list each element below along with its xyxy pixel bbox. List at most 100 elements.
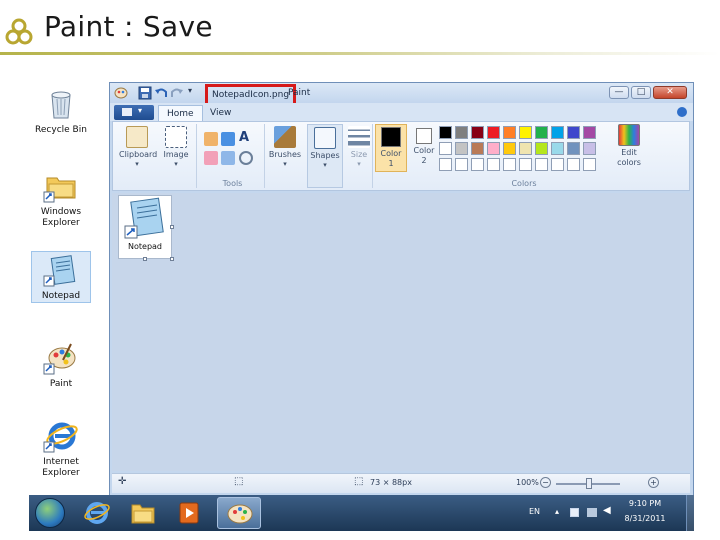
palette-swatch[interactable] xyxy=(551,158,564,171)
desktop-icon-windows-explorer[interactable]: Windows Explorer xyxy=(29,168,93,229)
size-label: Size xyxy=(350,150,368,159)
palette-swatch[interactable] xyxy=(455,158,468,171)
image-dimensions: 73 × 88px xyxy=(370,478,412,487)
save-icon[interactable] xyxy=(138,86,152,100)
color2-number: 2 xyxy=(421,156,427,165)
size-button[interactable]: Size ▾ xyxy=(347,126,371,168)
minimize-button[interactable]: — xyxy=(609,86,629,99)
pencil-icon[interactable] xyxy=(204,132,218,146)
palette-swatch[interactable] xyxy=(519,158,532,171)
redo-icon[interactable] xyxy=(170,86,184,100)
color1-button[interactable]: Color 1 xyxy=(375,124,407,172)
palette-swatch[interactable] xyxy=(551,142,564,155)
desktop-icon-paint[interactable]: Paint xyxy=(29,340,93,390)
palette-swatch[interactable] xyxy=(439,142,452,155)
palette-swatch[interactable] xyxy=(455,126,468,139)
palette-swatch[interactable] xyxy=(567,158,580,171)
palette-swatch[interactable] xyxy=(487,142,500,155)
undo-icon[interactable] xyxy=(154,86,168,100)
palette-swatch[interactable] xyxy=(439,126,452,139)
selection-size-icon: ⬚ xyxy=(234,476,244,487)
palette-swatch[interactable] xyxy=(471,158,484,171)
palette-swatch[interactable] xyxy=(551,126,564,139)
start-button[interactable] xyxy=(35,498,65,528)
palette-swatch[interactable] xyxy=(503,142,516,155)
brushes-button[interactable]: Brushes ▾ xyxy=(267,126,303,168)
tab-view[interactable]: View xyxy=(202,105,239,121)
palette-swatch[interactable] xyxy=(503,126,516,139)
desktop-icon-label: Paint xyxy=(49,379,73,389)
palette-swatch[interactable] xyxy=(583,158,596,171)
ie-icon xyxy=(84,502,110,524)
clock-date[interactable]: 8/31/2011 xyxy=(621,514,669,523)
edit-colors-button[interactable]: Edit colors xyxy=(609,124,649,168)
clipboard-button[interactable]: Clipboard ▾ xyxy=(119,126,157,168)
color-picker-icon[interactable] xyxy=(221,151,235,165)
customize-qat-chevron-icon[interactable]: ▾ xyxy=(188,86,192,100)
palette-swatch[interactable] xyxy=(487,126,500,139)
paint-app-icon[interactable] xyxy=(114,86,128,100)
image-label: Image xyxy=(163,150,189,159)
palette-swatch[interactable] xyxy=(519,142,532,155)
color-palette xyxy=(439,126,609,176)
help-icon[interactable] xyxy=(677,107,687,117)
palette-swatch[interactable] xyxy=(519,126,532,139)
palette-swatch[interactable] xyxy=(439,158,452,171)
taskbar-media-player[interactable] xyxy=(171,497,207,529)
ie-icon xyxy=(43,418,79,454)
eraser-icon[interactable] xyxy=(204,151,218,165)
chevron-down-icon: ▾ xyxy=(135,160,139,168)
volume-icon[interactable]: ◀ xyxy=(603,505,611,516)
show-desktop-button[interactable] xyxy=(686,495,694,531)
maximize-button[interactable]: □ xyxy=(631,86,651,99)
language-indicator[interactable]: EN xyxy=(529,507,540,516)
image-button[interactable]: Image ▾ xyxy=(159,126,193,168)
fill-icon[interactable] xyxy=(221,132,235,146)
taskbar-windows-explorer[interactable] xyxy=(125,497,161,529)
palette-swatch[interactable] xyxy=(455,142,468,155)
palette-swatch[interactable] xyxy=(567,142,580,155)
canvas-area[interactable]: Notepad xyxy=(112,193,690,471)
magnifier-icon[interactable] xyxy=(239,151,253,165)
zoom-slider-thumb[interactable] xyxy=(586,478,592,489)
palette-swatch[interactable] xyxy=(535,126,548,139)
resize-handle-right[interactable] xyxy=(170,225,174,229)
chevron-up-icon[interactable]: ▴ xyxy=(555,507,559,516)
tab-home[interactable]: Home xyxy=(158,105,203,121)
palette-swatch[interactable] xyxy=(535,158,548,171)
paint-window: ▾ NotepadIcon.png Paint — □ ✕ ▾ Home Vie… xyxy=(109,82,694,496)
palette-swatch[interactable] xyxy=(503,158,516,171)
text-icon[interactable]: A xyxy=(239,131,253,145)
palette-swatch[interactable] xyxy=(535,142,548,155)
brush-icon xyxy=(274,126,296,148)
title-divider xyxy=(0,52,720,55)
taskbar-internet-explorer[interactable] xyxy=(79,497,115,529)
close-button[interactable]: ✕ xyxy=(653,86,687,99)
zoom-in-icon[interactable]: + xyxy=(648,477,659,488)
image-canvas[interactable]: Notepad xyxy=(118,195,172,259)
desktop-icon-internet-explorer[interactable]: Internet Explorer xyxy=(29,418,93,479)
desktop-icon-notepad[interactable]: Notepad xyxy=(31,251,91,303)
palette-swatch[interactable] xyxy=(487,158,500,171)
resize-handle-bottom[interactable] xyxy=(143,257,147,261)
palette-swatch[interactable] xyxy=(567,126,580,139)
menu-icon xyxy=(122,108,132,116)
network-icon[interactable] xyxy=(587,508,597,517)
ribbon-group-size: Size ▾ xyxy=(345,124,373,188)
clock-time[interactable]: 9:10 PM xyxy=(623,499,667,508)
taskbar-paint[interactable] xyxy=(217,497,261,529)
status-bar: ✛ ⬚ ⬚ 73 × 88px 100% − + xyxy=(112,473,690,493)
image-size-icon: ⬚ xyxy=(354,476,364,487)
palette-swatch[interactable] xyxy=(583,126,596,139)
palette-swatch[interactable] xyxy=(583,142,596,155)
palette-swatch[interactable] xyxy=(471,142,484,155)
desktop-icon-recycle-bin[interactable]: Recycle Bin xyxy=(29,86,93,136)
palette-swatch[interactable] xyxy=(471,126,484,139)
action-center-flag-icon[interactable] xyxy=(570,508,579,517)
paint-menu-button[interactable]: ▾ xyxy=(114,105,154,120)
zoom-out-icon[interactable]: − xyxy=(540,477,551,488)
color2-button[interactable]: Color 2 xyxy=(409,124,439,166)
edit-colors-label-line2: colors xyxy=(617,158,641,167)
shapes-button[interactable]: Shapes ▾ xyxy=(309,127,341,169)
resize-handle-corner[interactable] xyxy=(170,257,174,261)
